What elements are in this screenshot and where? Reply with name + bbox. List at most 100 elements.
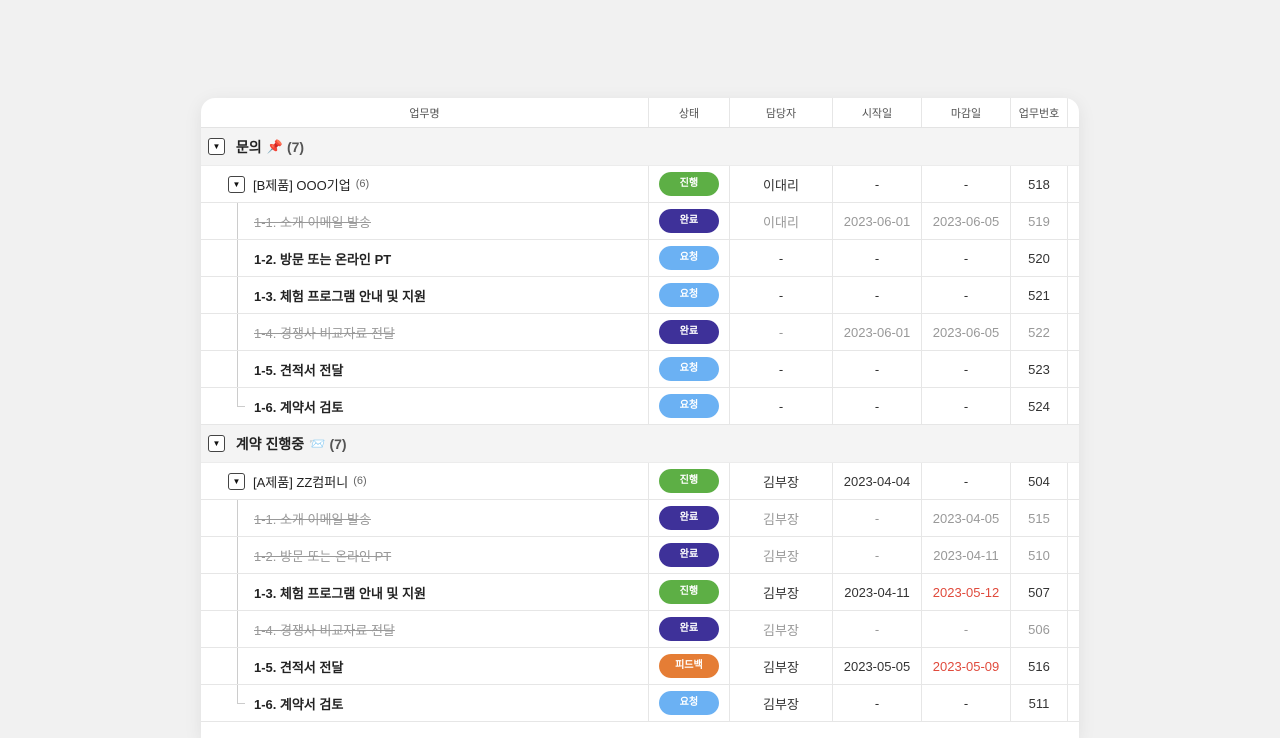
owner-cell[interactable]: - xyxy=(730,351,833,387)
owner-cell[interactable]: 이대리 xyxy=(730,203,833,239)
table-row[interactable]: 1-6. 계약서 검토 요청 - - -524 xyxy=(201,388,1079,425)
start-date-cell[interactable]: - xyxy=(833,500,922,536)
start-date-cell[interactable]: 2023-06-01 xyxy=(833,203,922,239)
task-name-cell[interactable]: 1-6. 계약서 검토 xyxy=(201,388,649,424)
status-cell[interactable]: 진행 xyxy=(649,574,730,610)
column-header-name[interactable]: 업무명 xyxy=(201,98,649,127)
table-row[interactable]: 1-2. 방문 또는 온라인 PT 요청 - - -520 xyxy=(201,240,1079,277)
table-row[interactable]: 1-3. 체험 프로그램 안내 및 지원 요청 - - -521 xyxy=(201,277,1079,314)
column-header-start-date[interactable]: 시작일 xyxy=(833,98,922,127)
task-title[interactable]: 1-4. 경쟁사 비교자료 전달 xyxy=(254,323,395,342)
status-cell[interactable]: 요청 xyxy=(649,685,730,721)
status-badge[interactable]: 요청 xyxy=(659,691,719,715)
start-date-cell[interactable]: 2023-05-05 xyxy=(833,648,922,684)
status-cell[interactable]: 요청 xyxy=(649,388,730,424)
table-row[interactable]: 1-4. 경쟁사 비교자료 전달 완료 -2023-06-01 2023-06-05 5… xyxy=(201,314,1079,351)
task-title[interactable]: 1-1. 소개 이메일 발송 xyxy=(254,212,371,231)
task-name-cell[interactable]: 1-1. 소개 이메일 발송 xyxy=(201,203,649,239)
status-badge[interactable]: 완료 xyxy=(659,543,719,567)
status-badge[interactable]: 진행 xyxy=(659,580,719,604)
owner-cell[interactable]: 김부장 xyxy=(730,685,833,721)
task-name-cell[interactable]: ▼ [B제품] OOO기업 (6) xyxy=(201,166,649,202)
task-title[interactable]: 1-6. 계약서 검토 xyxy=(254,397,343,416)
table-row[interactable]: 1-2. 방문 또는 온라인 PT 완료 김부장 -2023-04-11 510 xyxy=(201,537,1079,574)
task-title[interactable]: 1-4. 경쟁사 비교자료 전달 xyxy=(254,620,395,639)
status-badge[interactable]: 피드백 xyxy=(659,654,719,678)
task-title[interactable]: 1-3. 체험 프로그램 안내 및 지원 xyxy=(254,286,426,305)
due-date-cell[interactable]: 2023-06-05 xyxy=(922,203,1011,239)
status-cell[interactable]: 진행 xyxy=(649,463,730,499)
task-name-cell[interactable]: 1-2. 방문 또는 온라인 PT xyxy=(201,240,649,276)
owner-cell[interactable]: - xyxy=(730,314,833,350)
status-badge[interactable]: 요청 xyxy=(659,283,719,307)
status-badge[interactable]: 요청 xyxy=(659,246,719,270)
table-row[interactable]: 1-6. 계약서 검토 요청 김부장 - -511 xyxy=(201,685,1079,722)
due-date-cell[interactable]: - xyxy=(922,351,1011,387)
due-date-cell[interactable]: - xyxy=(922,240,1011,276)
owner-cell[interactable]: 김부장 xyxy=(730,574,833,610)
status-cell[interactable]: 완료 xyxy=(649,537,730,573)
status-badge[interactable]: 완료 xyxy=(659,209,719,233)
column-header-task-number[interactable]: 업무번호 xyxy=(1011,98,1068,127)
owner-cell[interactable]: 김부장 xyxy=(730,648,833,684)
status-cell[interactable]: 완료 xyxy=(649,203,730,239)
task-title[interactable]: 1-2. 방문 또는 온라인 PT xyxy=(254,249,391,268)
due-date-cell[interactable]: 2023-04-11 xyxy=(922,537,1011,573)
table-row[interactable]: 1-5. 견적서 전달 요청 - - -523 xyxy=(201,351,1079,388)
task-name-cell[interactable]: 1-4. 경쟁사 비교자료 전달 xyxy=(201,314,649,350)
task-name-cell[interactable]: 1-3. 체험 프로그램 안내 및 지원 xyxy=(201,277,649,313)
task-title[interactable]: 1-5. 견적서 전달 xyxy=(254,360,343,379)
due-date-cell[interactable]: 2023-05-12 xyxy=(922,574,1011,610)
collapse-toggle-icon[interactable]: ▼ xyxy=(228,472,245,490)
status-badge[interactable]: 진행 xyxy=(659,172,719,196)
table-row[interactable]: 1-1. 소개 이메일 발송 완료 김부장 -2023-04-05 515 xyxy=(201,500,1079,537)
status-badge[interactable]: 진행 xyxy=(659,469,719,493)
due-date-cell[interactable]: 2023-04-05 xyxy=(922,500,1011,536)
task-title[interactable]: 1-2. 방문 또는 온라인 PT xyxy=(254,546,391,565)
task-name-cell[interactable]: ▼ [A제품] ZZ컴퍼니 (6) xyxy=(201,463,649,499)
start-date-cell[interactable]: - xyxy=(833,166,922,202)
status-cell[interactable]: 완료 xyxy=(649,500,730,536)
status-badge[interactable]: 요청 xyxy=(659,357,719,381)
owner-cell[interactable]: 김부장 xyxy=(730,537,833,573)
due-date-cell[interactable]: - xyxy=(922,685,1011,721)
status-cell[interactable]: 완료 xyxy=(649,314,730,350)
status-badge[interactable]: 요청 xyxy=(659,394,719,418)
owner-cell[interactable]: - xyxy=(730,277,833,313)
start-date-cell[interactable]: - xyxy=(833,351,922,387)
column-header-owner[interactable]: 담당자 xyxy=(730,98,833,127)
status-cell[interactable]: 요청 xyxy=(649,240,730,276)
task-name-cell[interactable]: 1-5. 견적서 전달 xyxy=(201,351,649,387)
due-date-cell[interactable]: 2023-06-05 xyxy=(922,314,1011,350)
status-cell[interactable]: 요청 xyxy=(649,351,730,387)
table-row[interactable]: 1-4. 경쟁사 비교자료 전달 완료 김부장 - -506 xyxy=(201,611,1079,648)
due-date-cell[interactable]: - xyxy=(922,463,1011,499)
task-name-cell[interactable]: 1-4. 경쟁사 비교자료 전달 xyxy=(201,611,649,647)
owner-cell[interactable]: 김부장 xyxy=(730,611,833,647)
start-date-cell[interactable]: - xyxy=(833,611,922,647)
status-cell[interactable]: 완료 xyxy=(649,611,730,647)
task-name-cell[interactable]: 1-5. 견적서 전달 xyxy=(201,648,649,684)
task-name-cell[interactable]: 1-1. 소개 이메일 발송 xyxy=(201,500,649,536)
status-cell[interactable]: 피드백 xyxy=(649,648,730,684)
status-cell[interactable]: 요청 xyxy=(649,277,730,313)
start-date-cell[interactable]: - xyxy=(833,240,922,276)
owner-cell[interactable]: 김부장 xyxy=(730,500,833,536)
parent-task-row[interactable]: ▼ [A제품] ZZ컴퍼니 (6) 진행 김부장 2023-04-04-504 xyxy=(201,463,1079,500)
status-cell[interactable]: 진행 xyxy=(649,166,730,202)
owner-cell[interactable]: - xyxy=(730,388,833,424)
collapse-toggle-icon[interactable]: ▼ xyxy=(228,175,245,193)
task-name-cell[interactable]: 1-2. 방문 또는 온라인 PT xyxy=(201,537,649,573)
status-badge[interactable]: 완료 xyxy=(659,617,719,641)
task-title[interactable]: 1-3. 체험 프로그램 안내 및 지원 xyxy=(254,583,426,602)
group-row[interactable]: ▼ 계약 진행중 📨 (7) xyxy=(201,425,1079,463)
task-title[interactable]: 1-1. 소개 이메일 발송 xyxy=(254,509,371,528)
owner-cell[interactable]: - xyxy=(730,240,833,276)
status-badge[interactable]: 완료 xyxy=(659,506,719,530)
task-title[interactable]: 1-5. 견적서 전달 xyxy=(254,657,343,676)
table-row[interactable]: 1-3. 체험 프로그램 안내 및 지원 진행 김부장 2023-04-11 2023-… xyxy=(201,574,1079,611)
column-header-due-date[interactable]: 마감일 xyxy=(922,98,1011,127)
start-date-cell[interactable]: 2023-04-11 xyxy=(833,574,922,610)
start-date-cell[interactable]: - xyxy=(833,537,922,573)
parent-task-title[interactable]: [A제품] ZZ컴퍼니 xyxy=(253,472,348,491)
